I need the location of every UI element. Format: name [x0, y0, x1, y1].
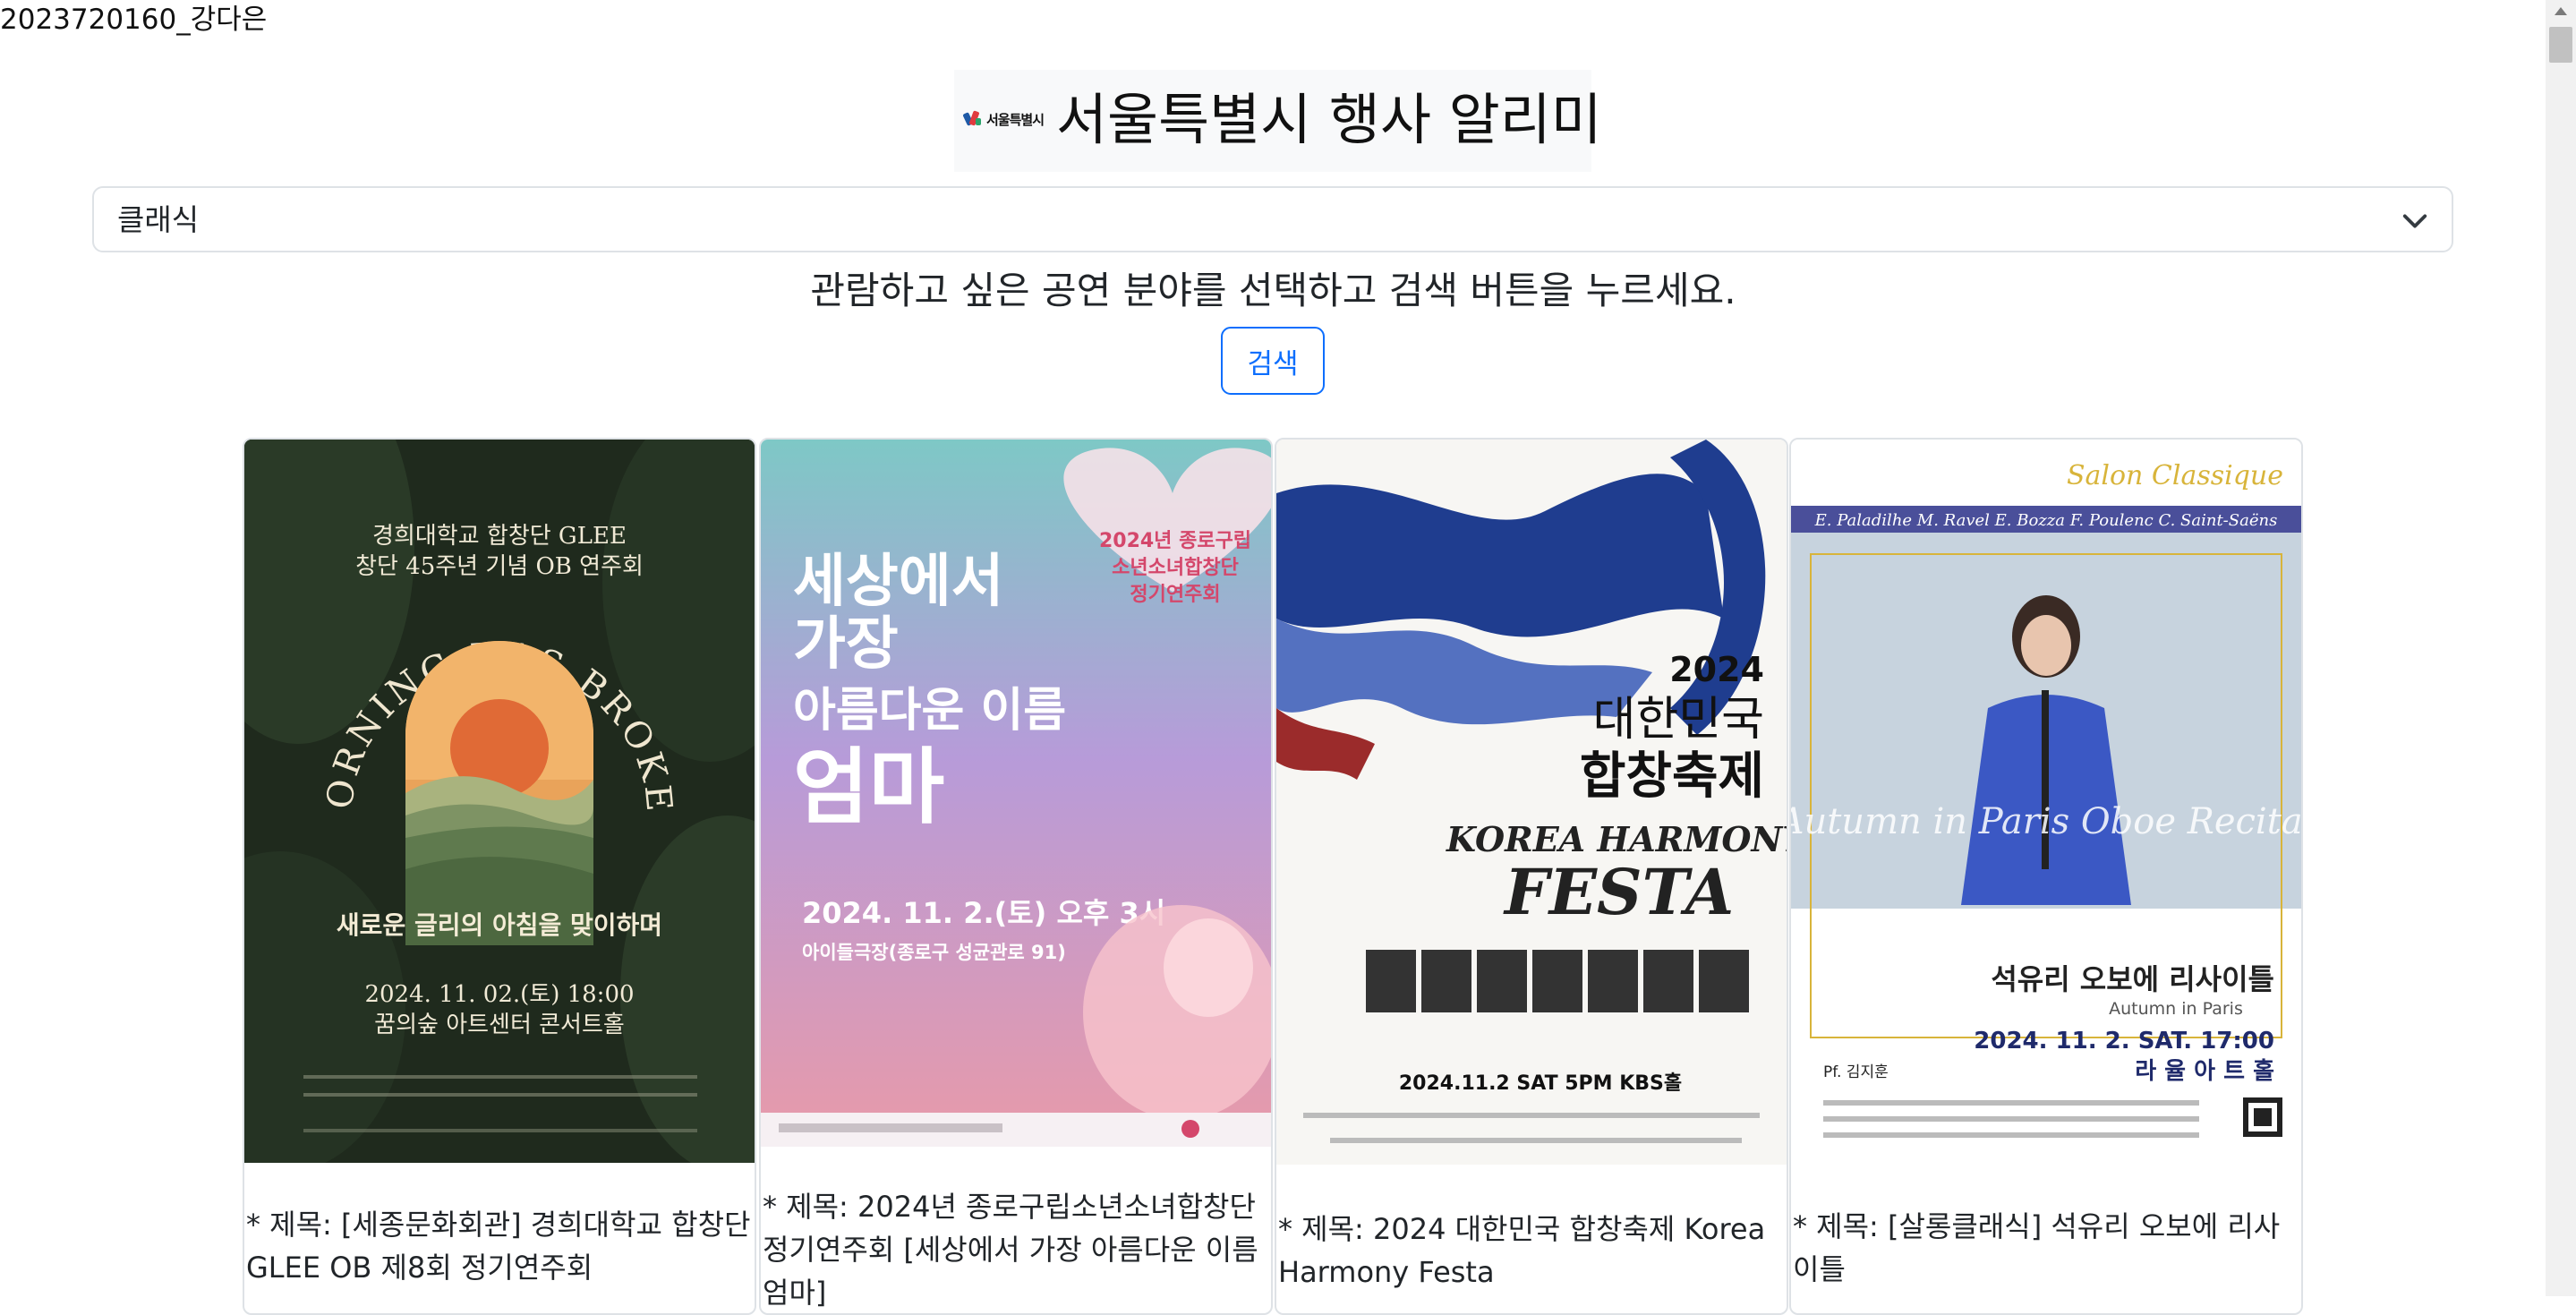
poster-name1: 대한민국 [1593, 693, 1764, 747]
event-poster[interactable]: Salon Classique E. Paladilhe M. Ravel E.… [1791, 440, 2301, 1165]
event-card[interactable]: 2024 대한민국 합창축제 KOREA HARMONY FESTA 2024.… [1275, 438, 1788, 1315]
page-header: 서울특별시 서울특별시 행사 알리미 [954, 70, 1602, 172]
scroll-thumb[interactable] [2549, 27, 2572, 63]
event-title: * 제목: 2024년 종로구립소년소녀합창단 정기연주회 [세상에서 가장 아… [763, 1190, 1258, 1310]
seoul-logo-text: 서울특별시 [986, 111, 1045, 128]
poster-date: 2024. 11. 02.(토) 18:00 [364, 981, 634, 1008]
event-title: * 제목: 2024 대한민국 합창축제 Korea Harmony Festa [1278, 1212, 1766, 1289]
poster-headline: 엄마 [793, 739, 944, 835]
poster-headline: 세상에서 [793, 549, 1004, 615]
poster-date: 2024.11.2 SAT 5PM KBS홀 [1399, 1072, 1682, 1095]
poster-headline: 아름다운 이름 [793, 684, 1066, 738]
event-poster[interactable]: 2024년 종로구립 소년소녀합창단 정기연주회 세상에서 가장 아름다운 이름… [761, 440, 1271, 1147]
poster-heart-line: 소년소녀합창단 [1112, 556, 1239, 579]
seoul-logo: 서울특별시 [962, 109, 1045, 129]
page-title: 서울특별시 행사 알리미 [1056, 87, 1602, 152]
poster-series: Salon Classique [2067, 460, 2283, 491]
poster-image: Salon Classique E. Paladilhe M. Ravel E.… [1791, 440, 2301, 1165]
student-id: 2023720160_강다은 [0, 4, 268, 36]
poster-headline: 가장 [793, 611, 899, 678]
event-card[interactable]: Salon Classique E. Paladilhe M. Ravel E.… [1789, 438, 2303, 1315]
poster-venue: 아이들극장(종로구 성균관로 91) [802, 942, 1066, 963]
event-title: * 제목: [살롱클래식] 석유리 오보에 리사이틀 [1793, 1209, 2281, 1286]
poster-date: 2024. 11. 2. SAT. 17:00 [1974, 1028, 2274, 1055]
genre-select-value: 클래식 [117, 202, 200, 237]
event-title: * 제목: [세종문화회관] 경희대학교 합창단 GLEE OB 제8회 정기연… [246, 1208, 751, 1285]
event-card[interactable]: 경희대학교 합창단 GLEE 창단 45주년 기념 OB 연주회 MORNING… [243, 438, 756, 1315]
poster-venue: 라 율 아 트 홀 [2135, 1058, 2274, 1085]
poster-composers: E. Paladilhe M. Ravel E. Bozza F. Poulen… [1814, 511, 2278, 530]
event-poster[interactable]: 2024 대한민국 합창축제 KOREA HARMONY FESTA 2024.… [1276, 440, 1787, 1165]
poster-image: 경희대학교 합창단 GLEE 창단 45주년 기념 OB 연주회 MORNING… [244, 440, 755, 1163]
poster-sub: Autumn in Paris [2109, 999, 2243, 1019]
poster-tagline: 새로운 글리의 아침을 맞이하며 [337, 910, 662, 940]
poster-sub1: KOREA HARMONY [1446, 819, 1787, 859]
poster-line1: 경희대학교 합창단 GLEE [372, 523, 627, 550]
poster-heart-line: 정기연주회 [1130, 584, 1220, 606]
poster-script: Autumn in Paris Oboe Recital [1791, 801, 2301, 842]
chevron-down-icon [2402, 214, 2427, 228]
poster-name: 석유리 오보에 리사이틀 [1991, 962, 2274, 996]
instruction-text: 관람하고 싶은 공연 분야를 선택하고 검색 버튼을 누르세요. [810, 269, 1736, 312]
poster-heart-line: 2024년 종로구립 [1099, 530, 1251, 552]
poster-pianist: Pf. 김지훈 [1823, 1063, 1889, 1081]
poster-image: 2024 대한민국 합창축제 KOREA HARMONY FESTA 2024.… [1276, 440, 1787, 1165]
poster-name2: 합창축제 [1580, 747, 1764, 806]
event-card[interactable]: 2024년 종로구립 소년소녀합창단 정기연주회 세상에서 가장 아름다운 이름… [759, 438, 1273, 1315]
poster-sub2: FESTA [1503, 855, 1734, 929]
poster-venue: 꿈의숲 아트센터 콘서트홀 [374, 1012, 625, 1038]
poster-year: 2024 [1669, 650, 1764, 689]
scroll-up-icon[interactable] [2555, 7, 2567, 15]
page-scrollbar[interactable] [2546, 0, 2576, 1296]
poster-image: 2024년 종로구립 소년소녀합창단 정기연주회 세상에서 가장 아름다운 이름… [761, 440, 1271, 1147]
poster-date: 2024. 11. 2.(토) 오후 3시 [802, 896, 1165, 930]
seoul-logo-icon [962, 109, 983, 129]
genre-select[interactable]: 클래식 [92, 186, 2453, 252]
event-poster[interactable]: 경희대학교 합창단 GLEE 창단 45주년 기념 OB 연주회 MORNING… [244, 440, 755, 1163]
search-button[interactable]: 검색 [1221, 327, 1325, 395]
poster-line2: 창단 45주년 기념 OB 연주회 [355, 553, 644, 580]
